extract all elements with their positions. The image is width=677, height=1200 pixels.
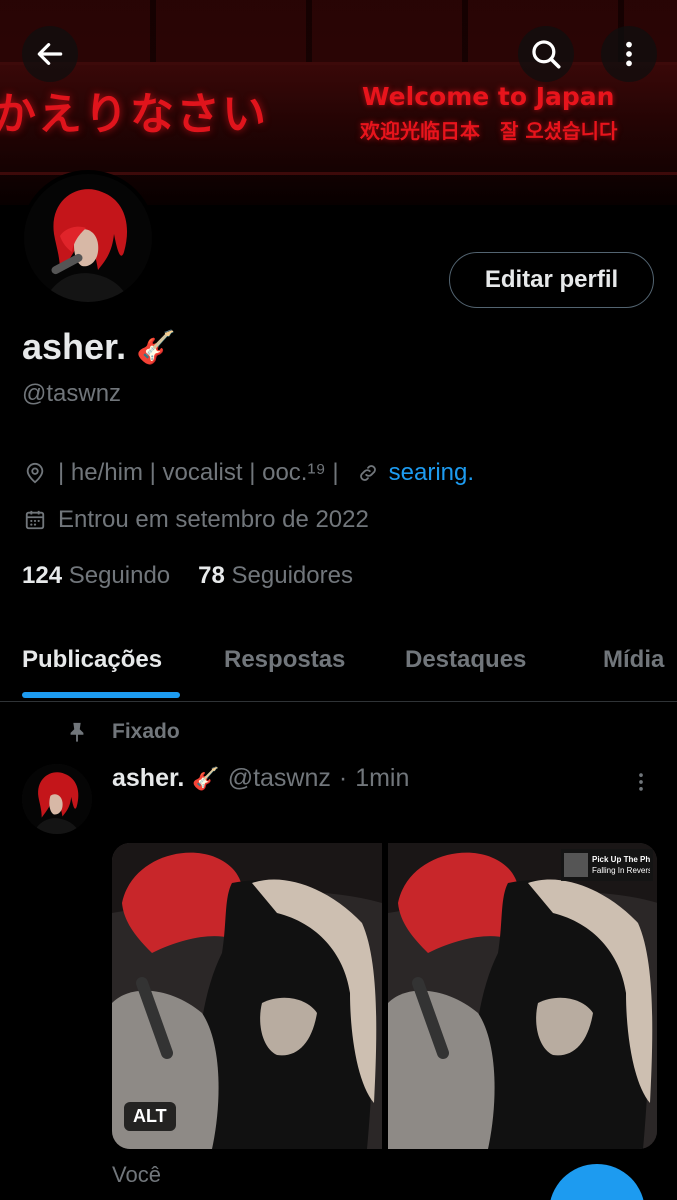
profile-avatar[interactable] [20, 170, 156, 306]
calendar-icon [22, 507, 48, 533]
banner-multilingual-text: 欢迎光临日本 잘 오셨습니다 [360, 119, 618, 143]
follow-stats: 124 Seguindo 78 Seguidores [22, 562, 353, 590]
link-icon [355, 460, 381, 486]
banner-ceiling [0, 0, 677, 62]
post-author-emoji: 🎸 [192, 765, 220, 791]
post-time[interactable]: 1min [355, 764, 409, 793]
more-options-button[interactable] [601, 26, 657, 82]
tab-respostas[interactable]: Respostas [224, 646, 345, 674]
profile-bio-row: | he/him | vocalist | ooc.¹⁹ | searing. [22, 459, 474, 487]
post-media: Pick Up The Phon Falling In Reverse [112, 843, 657, 1149]
banner-divider [0, 62, 677, 65]
search-icon [532, 40, 561, 69]
active-tab-indicator [22, 692, 180, 698]
alt-badge[interactable]: ALT [124, 1102, 176, 1131]
post-header: asher. 🎸 @taswnz · 1min [112, 764, 409, 793]
post-image-content [387, 843, 657, 1149]
followers-link[interactable]: 78 Seguidores [198, 562, 353, 590]
edit-profile-button[interactable]: Editar perfil [449, 252, 654, 308]
post-image[interactable]: Pick Up The Phon Falling In Reverse [387, 843, 657, 1149]
profile-joined-row: Entrou em setembro de 2022 [22, 506, 369, 534]
profile-joined-text: Entrou em setembro de 2022 [58, 506, 369, 533]
following-count: 124 [22, 562, 63, 589]
post-author-avatar[interactable] [22, 764, 92, 834]
tab-destaques[interactable]: Destaques [405, 646, 526, 674]
following-link[interactable]: 124 Seguindo [22, 562, 170, 590]
banner-japanese-text: かえりなさい [0, 89, 268, 140]
music-artist: Falling In Reverse [592, 866, 650, 875]
profile-handle: @taswnz [22, 380, 122, 407]
profile-name-text: asher. [22, 326, 127, 367]
guitar-emoji: 🎸 [136, 329, 176, 365]
tab-midia[interactable]: Mídia [603, 646, 664, 674]
post-footer-text: Você [112, 1162, 161, 1187]
more-vertical-icon [639, 773, 643, 791]
tab-publicacoes[interactable]: Publicações [22, 646, 162, 674]
back-button[interactable] [22, 26, 78, 82]
pinned-indicator: Fixado [66, 720, 180, 744]
profile-bio-text: | he/him | vocalist | ooc.¹⁹ | [58, 459, 339, 486]
post-separator: · [338, 764, 348, 792]
music-thumbnail [564, 853, 588, 877]
profile-name: asher. 🎸 [22, 326, 176, 368]
location-icon [22, 460, 48, 486]
followers-count: 78 [198, 562, 225, 589]
following-label: Seguindo [68, 562, 171, 589]
post-author-handle[interactable]: @taswnz [228, 764, 331, 793]
followers-label: Seguidores [231, 562, 353, 589]
compose-button[interactable] [549, 1164, 645, 1200]
pin-icon [70, 722, 84, 743]
post-author-name[interactable]: asher. [112, 764, 184, 793]
music-tag[interactable]: Pick Up The Phon Falling In Reverse [561, 849, 653, 881]
arrow-left-icon [37, 43, 63, 65]
search-button[interactable] [518, 26, 574, 82]
profile-website-link[interactable]: searing. [389, 459, 474, 487]
pinned-label: Fixado [112, 720, 180, 743]
post-more-button[interactable] [630, 768, 652, 801]
more-vertical-icon [626, 41, 632, 67]
avatar-image [24, 174, 152, 302]
post-avatar-image [22, 764, 92, 834]
banner-english-text: Welcome to Japan [362, 82, 615, 111]
music-title: Pick Up The Phon [592, 855, 650, 864]
